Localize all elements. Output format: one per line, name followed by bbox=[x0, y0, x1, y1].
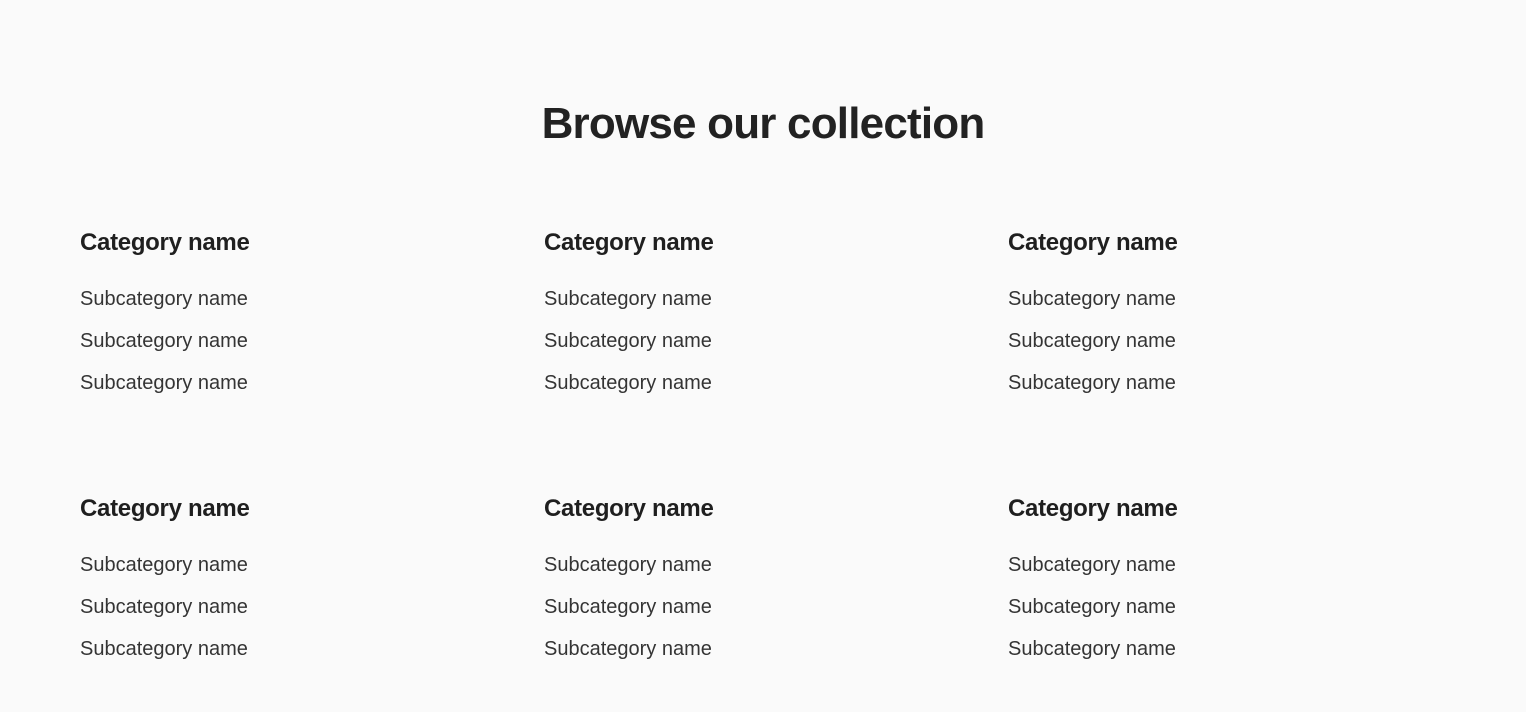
subcategory-link[interactable]: Subcategory name bbox=[544, 278, 712, 320]
subcategory-list: Subcategory name Subcategory name Subcat… bbox=[80, 544, 544, 670]
category-block: Category name Subcategory name Subcatego… bbox=[1008, 228, 1446, 404]
list-item: Subcategory name bbox=[80, 320, 544, 362]
subcategory-link[interactable]: Subcategory name bbox=[1008, 586, 1176, 628]
subcategory-link[interactable]: Subcategory name bbox=[80, 278, 248, 320]
category-grid: Category name Subcategory name Subcatego… bbox=[80, 228, 1446, 670]
subcategory-link[interactable]: Subcategory name bbox=[80, 362, 248, 404]
list-item: Subcategory name bbox=[544, 586, 1008, 628]
subcategory-link[interactable]: Subcategory name bbox=[1008, 362, 1176, 404]
list-item: Subcategory name bbox=[1008, 544, 1446, 586]
category-heading: Category name bbox=[1008, 229, 1178, 256]
subcategory-link[interactable]: Subcategory name bbox=[80, 544, 248, 586]
list-item: Subcategory name bbox=[1008, 362, 1446, 404]
list-item: Subcategory name bbox=[544, 320, 1008, 362]
list-item: Subcategory name bbox=[544, 544, 1008, 586]
subcategory-link[interactable]: Subcategory name bbox=[544, 586, 712, 628]
category-heading: Category name bbox=[80, 495, 250, 522]
list-item: Subcategory name bbox=[1008, 586, 1446, 628]
subcategory-link[interactable]: Subcategory name bbox=[544, 544, 712, 586]
category-block: Category name Subcategory name Subcatego… bbox=[80, 494, 544, 670]
subcategory-link[interactable]: Subcategory name bbox=[1008, 544, 1176, 586]
category-block: Category name Subcategory name Subcatego… bbox=[544, 228, 1008, 404]
category-block: Category name Subcategory name Subcatego… bbox=[1008, 494, 1446, 670]
list-item: Subcategory name bbox=[80, 362, 544, 404]
category-block: Category name Subcategory name Subcatego… bbox=[80, 228, 544, 404]
category-block: Category name Subcategory name Subcatego… bbox=[544, 494, 1008, 670]
subcategory-link[interactable]: Subcategory name bbox=[1008, 278, 1176, 320]
subcategory-link[interactable]: Subcategory name bbox=[80, 320, 248, 362]
subcategory-link[interactable]: Subcategory name bbox=[1008, 320, 1176, 362]
list-item: Subcategory name bbox=[80, 544, 544, 586]
collection-page: Browse our collection Category name Subc… bbox=[0, 0, 1526, 712]
list-item: Subcategory name bbox=[1008, 278, 1446, 320]
list-item: Subcategory name bbox=[544, 362, 1008, 404]
list-item: Subcategory name bbox=[1008, 320, 1446, 362]
list-item: Subcategory name bbox=[80, 278, 544, 320]
page-title: Browse our collection bbox=[541, 99, 986, 148]
subcategory-list: Subcategory name Subcategory name Subcat… bbox=[544, 278, 1008, 404]
subcategory-list: Subcategory name Subcategory name Subcat… bbox=[1008, 544, 1446, 670]
subcategory-link[interactable]: Subcategory name bbox=[1008, 628, 1176, 670]
category-heading: Category name bbox=[544, 229, 714, 256]
subcategory-link[interactable]: Subcategory name bbox=[544, 320, 712, 362]
subcategory-list: Subcategory name Subcategory name Subcat… bbox=[544, 544, 1008, 670]
subcategory-link[interactable]: Subcategory name bbox=[544, 362, 712, 404]
list-item: Subcategory name bbox=[80, 586, 544, 628]
subcategory-link[interactable]: Subcategory name bbox=[80, 628, 248, 670]
category-heading: Category name bbox=[544, 495, 714, 522]
subcategory-link[interactable]: Subcategory name bbox=[80, 586, 248, 628]
list-item: Subcategory name bbox=[80, 628, 544, 670]
category-heading: Category name bbox=[1008, 495, 1178, 522]
subcategory-list: Subcategory name Subcategory name Subcat… bbox=[80, 278, 544, 404]
list-item: Subcategory name bbox=[544, 278, 1008, 320]
list-item: Subcategory name bbox=[544, 628, 1008, 670]
category-heading: Category name bbox=[80, 229, 250, 256]
subcategory-link[interactable]: Subcategory name bbox=[544, 628, 712, 670]
subcategory-list: Subcategory name Subcategory name Subcat… bbox=[1008, 278, 1446, 404]
list-item: Subcategory name bbox=[1008, 628, 1446, 670]
